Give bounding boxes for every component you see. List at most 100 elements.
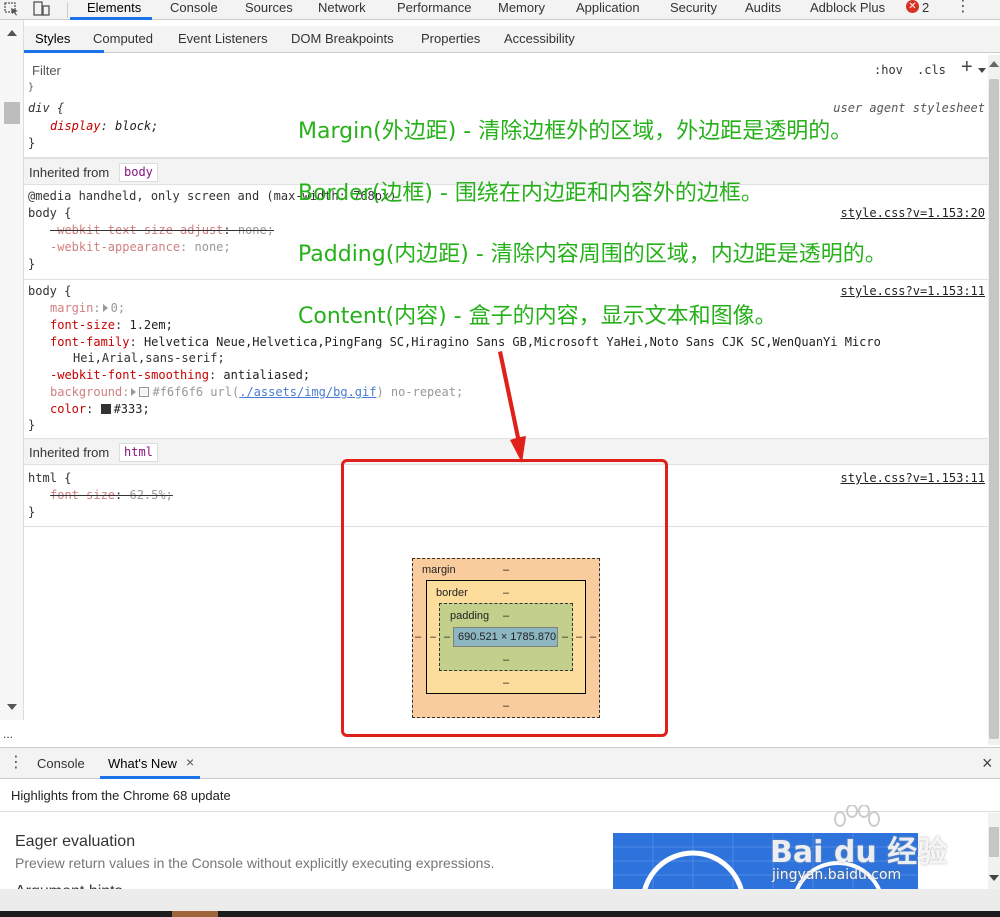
style-declaration[interactable]: font-family: Helvetica Neue,Helvetica,Pi…	[50, 334, 881, 351]
tab-dom-breakpoints[interactable]: DOM Breakpoints	[291, 31, 394, 46]
tab-audits[interactable]: Audits	[745, 0, 781, 20]
taskbar-item[interactable]	[172, 911, 218, 917]
device-toolbar-icon[interactable]	[33, 1, 51, 17]
tab-network[interactable]: Network	[318, 0, 366, 20]
property-value[interactable]: none;	[195, 240, 231, 254]
border-right-value[interactable]: –	[576, 631, 582, 643]
more-icon[interactable]: ...	[3, 727, 13, 741]
drawer-scrollbar[interactable]	[988, 813, 1000, 889]
rule-selector[interactable]: body {	[28, 283, 71, 300]
style-declaration[interactable]: font-size: 1.2em;	[50, 317, 173, 334]
color-swatch[interactable]	[139, 387, 150, 397]
tab-security[interactable]: Security	[670, 0, 717, 20]
tab-accessibility[interactable]: Accessibility	[504, 31, 575, 46]
rule-selector[interactable]: html {	[28, 470, 71, 487]
expand-triangle-icon[interactable]	[131, 388, 137, 396]
scrollbar-thumb[interactable]	[989, 79, 999, 739]
padding-right-value[interactable]: –	[562, 631, 568, 643]
property-name[interactable]: background	[50, 385, 122, 399]
inherited-node-link[interactable]: html	[119, 443, 158, 462]
property-name[interactable]: color	[50, 402, 86, 416]
scrollbar-thumb[interactable]	[4, 102, 20, 124]
property-value[interactable]: 0;	[111, 301, 125, 315]
margin-right-value[interactable]: –	[590, 631, 596, 643]
property-name[interactable]: font-size	[50, 318, 115, 332]
padding-top-value[interactable]: –	[503, 610, 509, 622]
content-size-value[interactable]: 690.521 × 1785.870	[458, 631, 556, 643]
scroll-down-arrow-icon[interactable]	[7, 704, 17, 710]
property-name[interactable]: -webkit-font-smoothing	[50, 368, 209, 382]
tab-computed[interactable]: Computed	[93, 31, 153, 46]
inspect-element-icon[interactable]	[4, 2, 20, 16]
property-value[interactable]: #333;	[114, 402, 150, 416]
tab-memory[interactable]: Memory	[498, 0, 545, 20]
styles-scrollbar[interactable]	[988, 55, 1000, 745]
scroll-up-arrow-icon[interactable]	[7, 30, 17, 36]
property-name[interactable]: font-size	[50, 488, 115, 502]
rule-selector[interactable]: body {	[28, 205, 71, 222]
property-value[interactable]: 62.5%;	[129, 488, 172, 502]
hover-state-toggle[interactable]: :hov	[874, 63, 903, 77]
tab-application[interactable]: Application	[576, 0, 640, 20]
scroll-up-arrow-icon[interactable]	[989, 61, 999, 67]
tab-performance[interactable]: Performance	[397, 0, 471, 20]
tab-console[interactable]: Console	[170, 0, 218, 20]
style-declaration-inactive[interactable]: background: #f6f6f6 url(./assets/img/bg.g…	[50, 384, 463, 401]
property-value[interactable]: antialiased;	[223, 368, 310, 382]
property-value[interactable]: block;	[115, 119, 158, 133]
style-declaration-overridden[interactable]: font-size: 62.5%;	[50, 487, 173, 504]
color-swatch[interactable]	[100, 404, 111, 414]
expand-triangle-icon[interactable]	[102, 304, 108, 312]
border-left-value[interactable]: –	[430, 631, 436, 643]
chevron-down-icon[interactable]	[978, 68, 986, 73]
padding-bottom-value[interactable]: –	[503, 654, 509, 666]
close-drawer-icon[interactable]: ×	[982, 753, 993, 774]
tab-sources[interactable]: Sources	[245, 0, 293, 20]
class-toggle[interactable]: .cls	[917, 63, 946, 77]
drawer-tab-whats-new[interactable]: What's New	[108, 756, 177, 771]
style-declaration[interactable]: color: #333;	[50, 401, 150, 418]
style-declaration-overridden[interactable]: -webkit-text-size-adjust: none;	[50, 222, 274, 239]
scroll-down-arrow-icon[interactable]	[989, 875, 999, 881]
drawer-tab-console[interactable]: Console	[37, 756, 85, 771]
rule-source-link[interactable]: style.css?v=1.153:11	[841, 471, 986, 485]
tab-event-listeners[interactable]: Event Listeners	[178, 31, 268, 46]
inherited-node-link[interactable]: body	[119, 163, 158, 182]
padding-left-value[interactable]: –	[444, 631, 450, 643]
error-count[interactable]: 2	[922, 0, 929, 15]
rule-selector[interactable]: div {	[28, 100, 64, 117]
property-name[interactable]: -webkit-appearance	[50, 240, 180, 254]
filter-input[interactable]	[26, 58, 862, 82]
margin-left-value[interactable]: –	[415, 631, 421, 643]
property-value-continued[interactable]: Hei,Arial,sans-serif;	[73, 350, 225, 367]
more-options-icon[interactable]: ⋮	[955, 0, 971, 15]
property-value[interactable]: 1.2em;	[129, 318, 172, 332]
drawer-menu-icon[interactable]: ⋮	[8, 754, 24, 772]
property-value[interactable]: Helvetica Neue,Helvetica,PingFang SC,Hir…	[144, 335, 881, 349]
style-declaration[interactable]: -webkit-font-smoothing: antialiased;	[50, 367, 310, 384]
margin-bottom-value[interactable]: –	[503, 700, 509, 712]
property-value[interactable]: #f6f6f6	[152, 385, 203, 399]
margin-top-value[interactable]: –	[503, 564, 509, 576]
error-icon[interactable]: ✕	[906, 0, 919, 13]
rule-source-link[interactable]: style.css?v=1.153:20	[841, 206, 986, 220]
style-declaration-inactive[interactable]: -webkit-appearance: none;	[50, 239, 231, 256]
property-name[interactable]: margin	[50, 301, 93, 315]
style-declaration-inactive[interactable]: margin: 0;	[50, 300, 125, 317]
border-bottom-value[interactable]: –	[503, 677, 509, 689]
tab-styles[interactable]: Styles	[35, 31, 70, 46]
tab-properties[interactable]: Properties	[421, 31, 480, 46]
tab-adblock-plus[interactable]: Adblock Plus	[810, 0, 885, 20]
new-style-rule-button[interactable]: +	[961, 57, 973, 77]
feature-title[interactable]: Eager evaluation	[15, 833, 135, 851]
property-value[interactable]: none;	[238, 223, 274, 237]
left-scrollbar[interactable]	[0, 20, 24, 720]
scrollbar-thumb[interactable]	[989, 827, 999, 857]
property-name[interactable]: font-family	[50, 335, 129, 349]
style-declaration[interactable]: display: block;	[50, 118, 158, 135]
close-tab-icon[interactable]: ×	[186, 754, 194, 770]
property-name[interactable]: -webkit-text-size-adjust	[50, 223, 223, 237]
url-link[interactable]: ./assets/img/bg.gif	[239, 385, 376, 399]
property-name[interactable]: display	[50, 119, 101, 133]
rule-source-link[interactable]: style.css?v=1.153:11	[841, 284, 986, 298]
